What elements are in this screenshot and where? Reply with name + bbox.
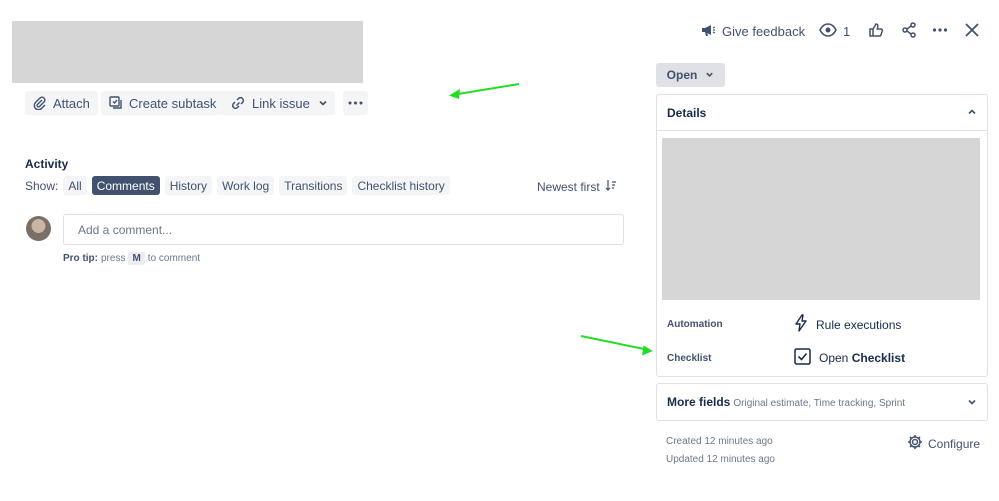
attach-label: Attach	[53, 95, 90, 111]
rule-executions-link[interactable]: Rule executions	[794, 314, 901, 335]
more-actions-button[interactable]	[932, 22, 948, 41]
more-fields-panel[interactable]: More fields Original estimate, Time track…	[656, 383, 988, 421]
link-icon	[230, 96, 246, 110]
attach-button[interactable]: Attach	[25, 91, 98, 115]
comment-placeholder: Add a comment...	[78, 222, 173, 237]
details-panel: Details Automation Rule executions Check…	[656, 94, 988, 377]
details-title: Details	[667, 105, 707, 120]
link-issue-button[interactable]: Link issue	[222, 91, 318, 115]
comment-input[interactable]: Add a comment...	[63, 214, 624, 245]
status-label: Open	[666, 68, 698, 82]
pro-tip-pre: press	[101, 253, 126, 264]
more-fields-subtitle: Original estimate, Time tracking, Sprint	[733, 398, 906, 409]
close-icon	[964, 22, 980, 41]
configure-label: Configure	[928, 436, 981, 451]
close-button[interactable]	[964, 22, 980, 41]
details-image-placeholder	[662, 138, 980, 300]
chevron-down-icon	[705, 68, 714, 82]
create-subtask-button[interactable]: Create subtask	[101, 91, 225, 115]
filter-history[interactable]: History	[164, 176, 213, 195]
share-icon	[901, 22, 917, 41]
toolbar-more-button[interactable]	[343, 91, 368, 115]
updated-timestamp: Updated 12 minutes ago	[666, 454, 775, 465]
eye-icon	[819, 22, 837, 41]
link-issue-dropdown-button[interactable]	[311, 91, 335, 115]
sort-icon	[605, 179, 617, 194]
open-checklist-label: Open Checklist	[819, 351, 906, 365]
more-fields-title: More fields Original estimate, Time track…	[667, 395, 906, 409]
show-label: Show:	[25, 178, 59, 193]
megaphone-icon	[700, 22, 716, 41]
activity-title: Activity	[25, 157, 69, 171]
more-icon	[348, 98, 363, 108]
filter-checklist-history[interactable]: Checklist history	[352, 176, 450, 195]
filter-comments[interactable]: Comments	[91, 176, 160, 195]
create-subtask-label: Create subtask	[129, 95, 217, 111]
rule-executions-label: Rule executions	[816, 317, 902, 332]
avatar	[26, 216, 51, 241]
configure-button[interactable]: Configure	[907, 434, 980, 453]
watchers-button[interactable]: 1	[819, 22, 850, 41]
filter-all[interactable]: All	[63, 176, 87, 195]
pro-tip-bold: Pro tip:	[63, 253, 98, 264]
chevron-down-icon	[318, 98, 328, 108]
pro-tip-key: M	[128, 252, 145, 265]
filter-work-log[interactable]: Work log	[217, 176, 275, 195]
thumbs-up-icon	[868, 22, 884, 41]
gear-icon	[907, 434, 923, 453]
pro-tip-post: to comment	[147, 253, 201, 264]
give-feedback-button[interactable]: Give feedback	[700, 22, 805, 41]
annotation-arrow-checklist	[580, 335, 653, 356]
chevron-down-icon	[967, 395, 977, 410]
checkbox-icon	[794, 348, 811, 368]
automation-label: Automation	[667, 319, 723, 330]
open-checklist-link[interactable]: Open Checklist	[794, 348, 905, 368]
details-header[interactable]: Details	[657, 95, 987, 131]
chevron-up-icon	[967, 106, 977, 120]
summary-image-placeholder	[12, 21, 363, 83]
link-issue-label: Link issue	[252, 95, 310, 111]
automation-field: Automation Rule executions	[667, 314, 901, 335]
created-timestamp: Created 12 minutes ago	[666, 436, 773, 447]
status-button[interactable]: Open	[656, 63, 725, 87]
watchers-count: 1	[843, 24, 851, 39]
share-button[interactable]	[901, 22, 917, 41]
checklist-field: Checklist Open Checklist	[667, 348, 905, 368]
give-feedback-label: Give feedback	[722, 24, 806, 39]
checklist-label: Checklist	[667, 352, 712, 364]
annotation-arrow-toolbar	[449, 83, 520, 99]
sort-label: Newest first	[537, 179, 600, 194]
more-icon	[932, 22, 948, 41]
lightning-icon	[794, 314, 808, 335]
sort-order-button[interactable]: Newest first	[537, 179, 617, 194]
like-button[interactable]	[868, 22, 884, 41]
subtask-icon	[109, 96, 123, 110]
pro-tip: Pro tip: press M to comment	[63, 252, 200, 265]
filter-transitions[interactable]: Transitions	[279, 176, 348, 195]
paperclip-icon	[33, 96, 47, 110]
activity-filter-bar: Show: All Comments History Work log Tran…	[25, 176, 450, 195]
